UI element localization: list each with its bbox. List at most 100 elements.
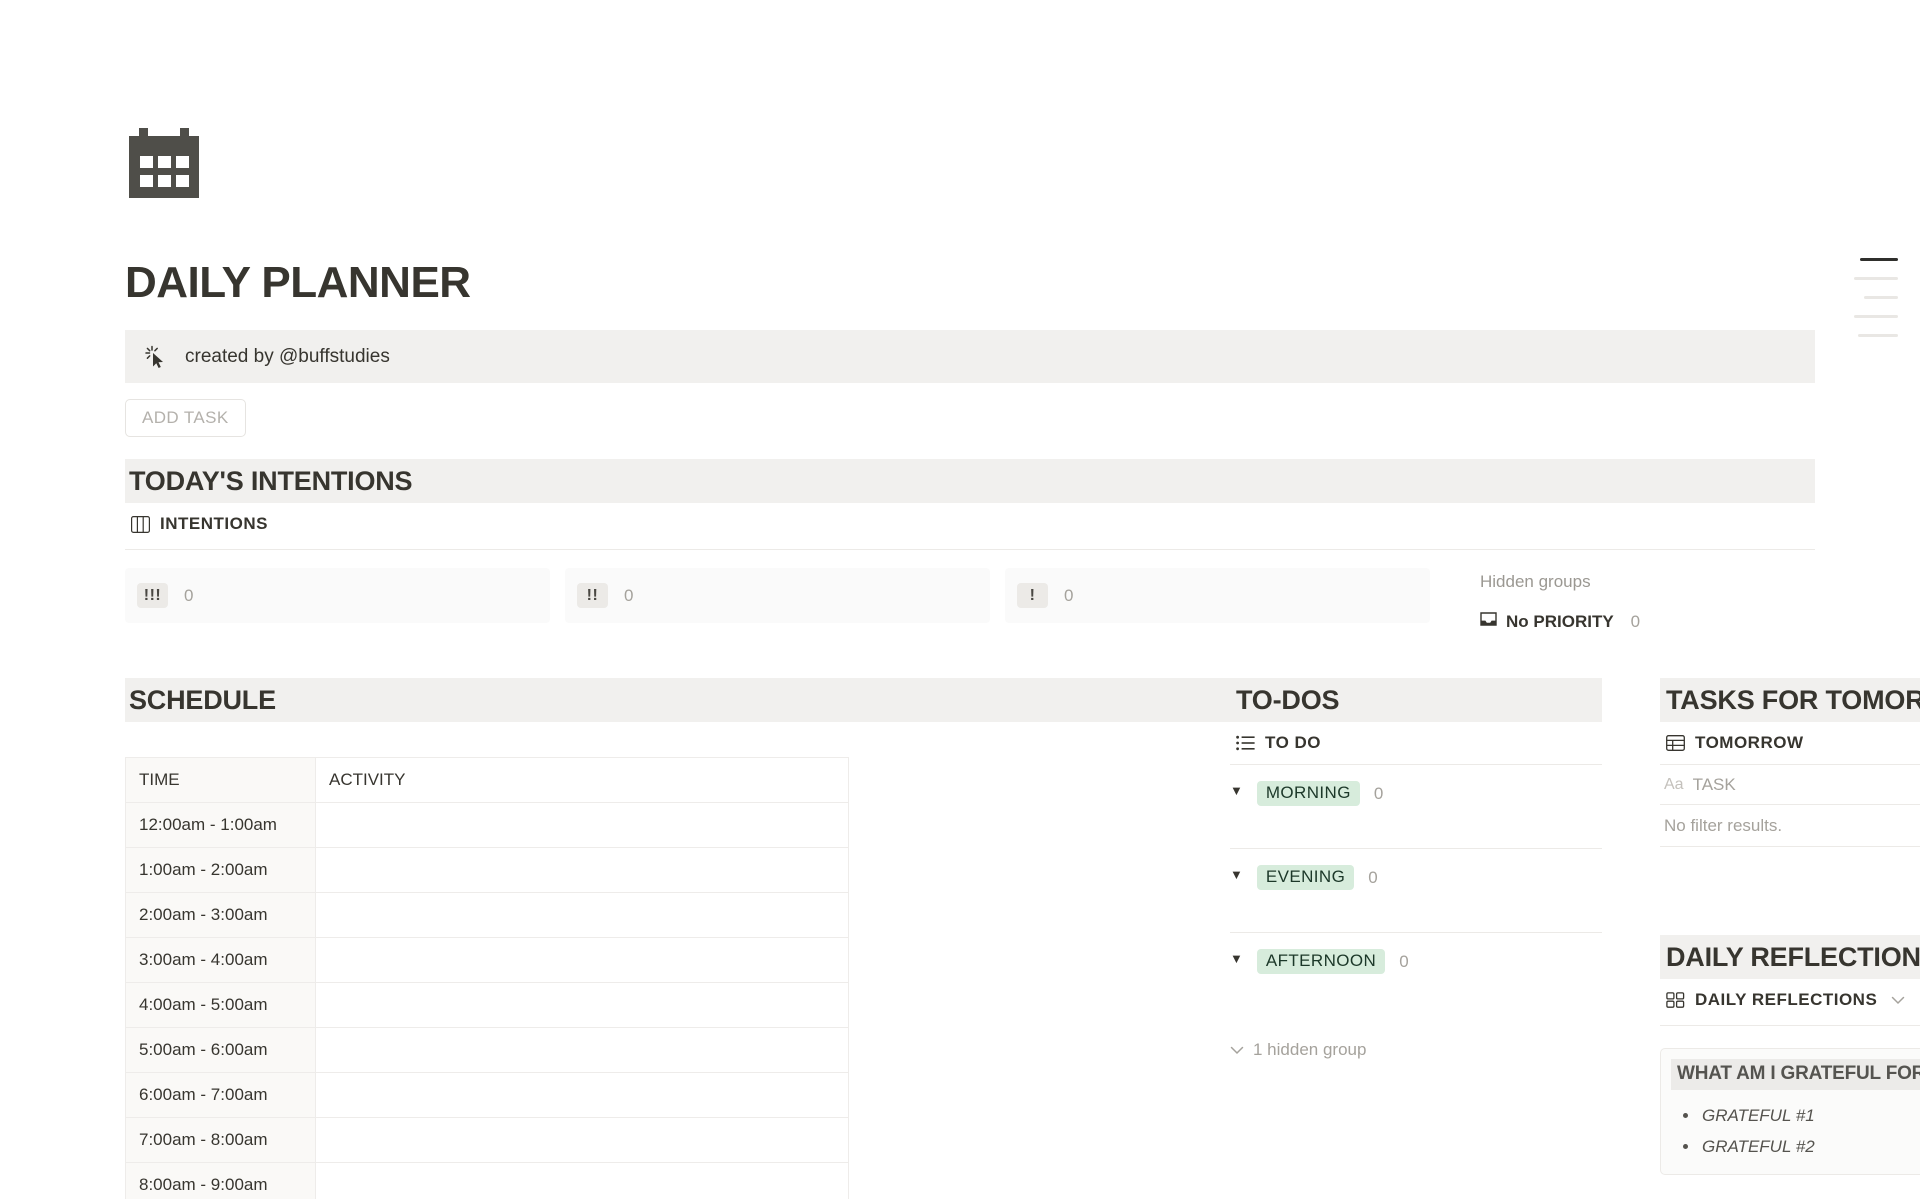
cell-activity[interactable]	[315, 847, 849, 893]
hidden-groups-panel: Hidden groups No PRIORITY 0	[1445, 568, 1815, 632]
bullet-icon	[1683, 1144, 1688, 1149]
add-task-button[interactable]: ADD TASK	[125, 399, 246, 437]
reflection-card-items: GRATEFUL #1 GRATEFUL #2	[1671, 1100, 1920, 1162]
table-row[interactable]: 7:00am - 8:00am	[125, 1117, 849, 1163]
cursor-click-icon	[143, 344, 169, 370]
table-row[interactable]: 6:00am - 7:00am	[125, 1072, 849, 1118]
page-outline-indicator[interactable]	[1854, 258, 1898, 337]
list-item-label: GRATEFUL #1	[1702, 1105, 1815, 1125]
todos-hidden-group-label: 1 hidden group	[1253, 1040, 1367, 1059]
group-count: 0	[1373, 784, 1384, 803]
table-view-icon	[1666, 735, 1685, 751]
hidden-group-count: 0	[1630, 612, 1641, 631]
table-row[interactable]: 5:00am - 6:00am	[125, 1027, 849, 1073]
todos-section: TO-DOS TO DO ▼ MORNING 0 ▼ EVENING 0 ▼ A…	[1230, 678, 1602, 1199]
chevron-down-icon[interactable]: ▼	[1230, 949, 1243, 969]
cell-activity[interactable]	[315, 1162, 849, 1199]
hidden-groups-label: Hidden groups	[1480, 572, 1591, 591]
chevron-down-icon[interactable]: ▼	[1230, 865, 1243, 885]
reflection-card[interactable]: WHAT AM I GRATEFUL FOR? GRATEFUL #1 GRAT…	[1660, 1048, 1920, 1175]
schedule-section-header: SCHEDULE	[125, 678, 1343, 722]
cell-time: 7:00am - 8:00am	[125, 1117, 316, 1163]
outline-line[interactable]	[1858, 334, 1898, 337]
todo-group-evening[interactable]: ▼ EVENING 0	[1230, 849, 1602, 933]
board-column-medium[interactable]: !! 0	[565, 568, 990, 623]
cell-time: 4:00am - 5:00am	[125, 982, 316, 1028]
cell-activity[interactable]	[315, 1117, 849, 1163]
table-row[interactable]: 1:00am - 2:00am	[125, 847, 849, 893]
todos-hidden-group-toggle[interactable]: 1 hidden group	[1230, 1040, 1602, 1060]
list-item: GRATEFUL #2	[1671, 1131, 1920, 1162]
chevron-down-icon[interactable]	[1891, 990, 1905, 1010]
column-header-task[interactable]: Aa TASK	[1660, 765, 1920, 804]
page-content: DAILY PLANNER created by @buffstudies AD…	[125, 0, 1920, 1199]
table-row[interactable]: 3:00am - 4:00am	[125, 937, 849, 983]
intentions-divider	[125, 549, 1815, 550]
cell-time: 2:00am - 3:00am	[125, 892, 316, 938]
priority-badge: !	[1017, 583, 1048, 608]
reflections-database-name: DAILY REFLECTIONS	[1695, 990, 1878, 1009]
tomorrow-section: TASKS FOR TOMORROW TOMORROW	[1660, 678, 1920, 847]
outline-line-active[interactable]	[1860, 258, 1898, 261]
cell-activity[interactable]	[315, 1072, 849, 1118]
page-title: DAILY PLANNER	[125, 258, 471, 307]
table-row[interactable]: 2:00am - 3:00am	[125, 892, 849, 938]
column-header-task-label: TASK	[1692, 774, 1736, 794]
group-count: 0	[1399, 952, 1409, 971]
group-count: 0	[1368, 868, 1378, 887]
cell-activity[interactable]	[315, 982, 849, 1028]
cell-activity[interactable]	[315, 802, 849, 848]
text-type-icon: Aa	[1664, 775, 1684, 793]
reflections-database-title[interactable]: DAILY REFLECTIONS	[1660, 979, 1920, 1021]
tomorrow-database-name: TOMORROW	[1695, 733, 1804, 752]
column-header-time[interactable]: TIME	[125, 757, 316, 803]
outline-line[interactable]	[1854, 315, 1898, 318]
inbox-icon	[1480, 612, 1497, 632]
group-label: EVENING	[1256, 865, 1355, 890]
reflection-card-title: WHAT AM I GRATEFUL FOR?	[1671, 1059, 1920, 1090]
gallery-view-icon	[1666, 992, 1685, 1008]
cell-time: 3:00am - 4:00am	[125, 937, 316, 983]
todo-group-afternoon[interactable]: ▼ AFTERNOON 0	[1230, 933, 1602, 1017]
outline-line[interactable]	[1854, 277, 1898, 280]
reflections-section: DAILY REFLECTIONS DAILY REFLECTIONS WHAT…	[1660, 935, 1920, 1175]
intentions-board: !!! 0 !! 0 ! 0 Hidden groups No PRIORITY…	[125, 568, 1815, 632]
intentions-database-title[interactable]: INTENTIONS	[125, 503, 1815, 545]
todos-database-title[interactable]: TO DO	[1230, 722, 1602, 764]
table-row[interactable]: 4:00am - 5:00am	[125, 982, 849, 1028]
intentions-section-header: TODAY'S INTENTIONS	[125, 459, 1815, 503]
list-view-icon	[1236, 735, 1255, 751]
cell-activity[interactable]	[315, 892, 849, 938]
credit-banner: created by @buffstudies	[125, 330, 1815, 383]
tomorrow-empty-state: No filter results.	[1660, 805, 1920, 847]
lower-columns: SCHEDULE TIME ACTIVITY 12:00am - 1:00am	[125, 678, 1920, 1199]
table-row[interactable]: 8:00am - 9:00am	[125, 1162, 849, 1199]
tomorrow-section-header: TASKS FOR TOMORROW	[1660, 678, 1920, 722]
reflections-section-header: DAILY REFLECTIONS	[1660, 935, 1920, 979]
todos-section-header: TO-DOS	[1230, 678, 1602, 722]
cell-activity[interactable]	[315, 937, 849, 983]
outline-line[interactable]	[1864, 296, 1898, 299]
group-label: MORNING	[1256, 781, 1360, 806]
schedule-table: TIME ACTIVITY 12:00am - 1:00am 1:00am - …	[125, 757, 849, 1199]
priority-badge: !!	[577, 583, 608, 608]
tomorrow-database-title[interactable]: TOMORROW	[1660, 722, 1920, 764]
todo-group-morning[interactable]: ▼ MORNING 0	[1230, 765, 1602, 849]
priority-badge: !!!	[137, 583, 168, 608]
column-header-activity[interactable]: ACTIVITY	[315, 757, 849, 803]
table-row[interactable]: 12:00am - 1:00am	[125, 802, 849, 848]
chevron-down-icon[interactable]: ▼	[1230, 781, 1243, 801]
schedule-table-body: 12:00am - 1:00am 1:00am - 2:00am 2:00am …	[125, 802, 849, 1199]
hidden-group-label: No PRIORITY	[1506, 612, 1614, 631]
board-view-icon	[131, 515, 150, 533]
cell-time: 12:00am - 1:00am	[125, 802, 316, 848]
board-column-high[interactable]: !!! 0	[125, 568, 550, 623]
bullet-icon	[1683, 1113, 1688, 1118]
cell-activity[interactable]	[315, 1027, 849, 1073]
list-item: GRATEFUL #1	[1671, 1100, 1920, 1131]
cell-time: 5:00am - 6:00am	[125, 1027, 316, 1073]
board-column-low[interactable]: ! 0	[1005, 568, 1430, 623]
credit-text: created by @buffstudies	[185, 345, 390, 367]
hidden-group-no-priority[interactable]: No PRIORITY 0	[1480, 612, 1815, 632]
intentions-database-name: INTENTIONS	[160, 514, 268, 533]
